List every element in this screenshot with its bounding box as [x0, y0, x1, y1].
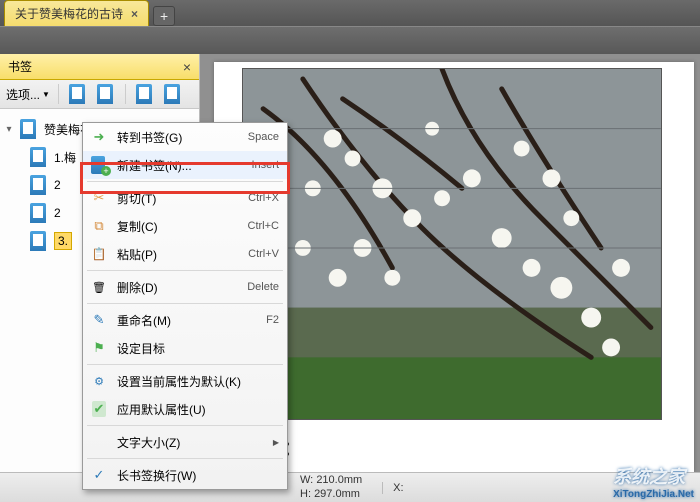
- menu-shortcut: Space: [248, 131, 279, 143]
- options-button[interactable]: 选项... ▼: [6, 86, 50, 103]
- menu-separator: [87, 425, 283, 426]
- submenu-arrow-icon: ▶: [273, 438, 279, 447]
- menu-label: 应用默认属性(U): [117, 401, 279, 418]
- watermark: 系统之家 XiTongZhiJia.Net: [613, 463, 694, 500]
- menu-set-target[interactable]: 设定目标: [83, 334, 287, 362]
- menu-shortcut: F2: [266, 314, 279, 326]
- check-icon: ✓: [89, 466, 109, 484]
- menu-separator: [87, 364, 283, 365]
- separator: [58, 84, 59, 104]
- menu-label: 删除(D): [117, 279, 239, 296]
- menu-paste[interactable]: 粘贴(P) Ctrl+V: [83, 240, 287, 268]
- page-dimensions: W: 210.0mm H: 297.0mm: [300, 474, 362, 500]
- menu-label: 长书签换行(W): [117, 467, 279, 484]
- tree-label: 3.: [54, 232, 72, 250]
- delete-icon: [89, 278, 109, 296]
- menu-delete[interactable]: 删除(D) Delete: [83, 273, 287, 301]
- menu-shortcut: Ctrl+X: [248, 192, 279, 204]
- dropdown-icon: ▼: [42, 90, 50, 99]
- menu-text-size[interactable]: 文字大小(Z) ▶: [83, 428, 287, 456]
- menu-label: 转到书签(G): [117, 129, 240, 146]
- menu-new-bookmark[interactable]: 新建书签(N)... Insert: [83, 151, 287, 179]
- menu-separator: [87, 303, 283, 304]
- menu-set-default-props[interactable]: 设置当前属性为默认(K): [83, 367, 287, 395]
- menu-shortcut: Ctrl+V: [248, 248, 279, 260]
- panel-header: 书签 ×: [0, 54, 199, 80]
- panel-close-icon[interactable]: ×: [183, 59, 191, 75]
- menu-label: 复制(C): [117, 218, 240, 235]
- menu-cut[interactable]: 剪切(T) Ctrl+X: [83, 184, 287, 212]
- new-tab-button[interactable]: +: [153, 6, 175, 26]
- menu-label: 剪切(T): [117, 190, 240, 207]
- cursor-pos: X:: [382, 482, 403, 494]
- close-icon[interactable]: ×: [131, 7, 138, 21]
- menu-copy[interactable]: 复制(C) Ctrl+C: [83, 212, 287, 240]
- copy-icon: [89, 217, 109, 235]
- options-label: 选项...: [6, 86, 40, 103]
- menu-label: 设定目标: [117, 340, 279, 357]
- bookmark-icon[interactable]: [95, 83, 117, 105]
- menu-wrap-long[interactable]: ✓ 长书签换行(W): [83, 461, 287, 489]
- new-bookmark-icon: [89, 156, 109, 174]
- menu-separator: [87, 181, 283, 182]
- tree-label: 2: [54, 178, 61, 192]
- menu-separator: [87, 458, 283, 459]
- bookmark-icon: [18, 118, 40, 140]
- bookmark-icon[interactable]: [134, 83, 156, 105]
- separator: [125, 84, 126, 104]
- menu-goto-bookmark[interactable]: 转到书签(G) Space: [83, 123, 287, 151]
- menu-shortcut: Delete: [247, 281, 279, 293]
- main-toolbar: [0, 26, 700, 54]
- watermark-url: XiTongZhiJia.Net: [613, 489, 694, 500]
- context-menu: 转到书签(G) Space 新建书签(N)... Insert 剪切(T) Ct…: [82, 122, 288, 490]
- menu-label: 重命名(M): [117, 312, 258, 329]
- bookmark-icon[interactable]: [162, 83, 184, 105]
- menu-label: 粘贴(P): [117, 246, 240, 263]
- menu-rename[interactable]: 重命名(M) F2: [83, 306, 287, 334]
- bookmark-icon: [28, 230, 50, 252]
- rename-icon: [89, 311, 109, 329]
- paste-icon: [89, 245, 109, 263]
- cut-icon: [89, 189, 109, 207]
- bookmark-icon: [28, 174, 50, 196]
- menu-label: 设置当前属性为默认(K): [117, 373, 279, 390]
- document-image: [242, 68, 662, 420]
- menu-label: 新建书签(N)...: [117, 157, 243, 174]
- tab-title: 关于赞美梅花的古诗: [15, 5, 123, 22]
- bookmark-icon: [28, 202, 50, 224]
- goto-icon: [89, 128, 109, 146]
- gear-icon: [89, 372, 109, 390]
- blank-icon: [89, 433, 109, 451]
- collapse-icon[interactable]: ▾: [4, 124, 14, 135]
- panel-toolbar: 选项... ▼: [0, 80, 199, 109]
- apply-icon: [89, 400, 109, 418]
- tree-label: 1.梅: [54, 149, 76, 166]
- menu-separator: [87, 270, 283, 271]
- menu-apply-default-props[interactable]: 应用默认属性(U): [83, 395, 287, 423]
- panel-title: 书签: [8, 58, 32, 75]
- tree-label: 2: [54, 206, 61, 220]
- menu-label: 文字大小(Z): [117, 434, 265, 451]
- bookmark-icon: [28, 146, 50, 168]
- watermark-text: 系统之家: [613, 467, 685, 487]
- menu-shortcut: Ctrl+C: [248, 220, 279, 232]
- tab-bar: 关于赞美梅花的古诗 × +: [0, 0, 700, 26]
- target-icon: [89, 339, 109, 357]
- menu-shortcut: Insert: [251, 159, 279, 171]
- bookmark-icon[interactable]: [67, 83, 89, 105]
- document-tab[interactable]: 关于赞美梅花的古诗 ×: [4, 0, 149, 26]
